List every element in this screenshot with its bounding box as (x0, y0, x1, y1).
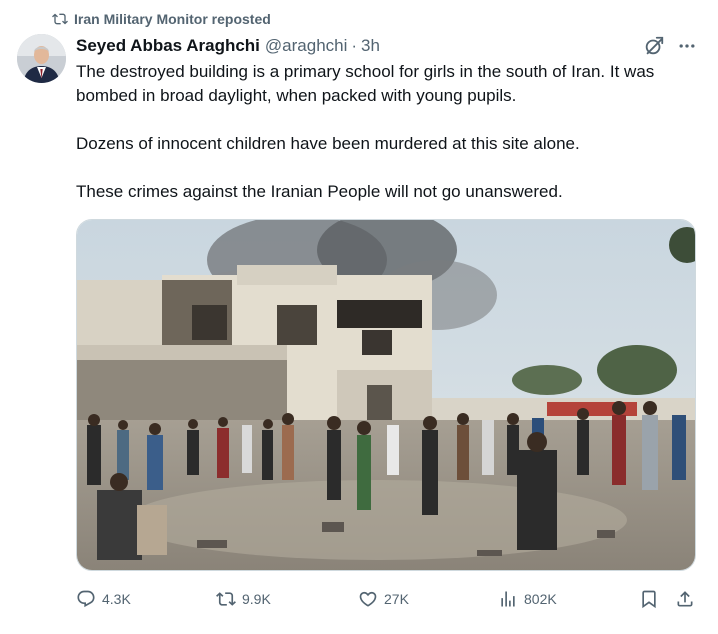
grok-icon (643, 35, 665, 57)
repost-button[interactable]: 9.9K (216, 586, 271, 612)
tweet-paragraph: Dozens of innocent children have been mu… (76, 134, 580, 153)
like-button[interactable]: 27K (358, 586, 409, 612)
more-button[interactable] (675, 34, 699, 58)
repost-icon (52, 11, 68, 27)
timestamp[interactable]: 3h (361, 36, 380, 56)
tweet-paragraph: The destroyed building is a primary scho… (76, 62, 655, 105)
share-icon (675, 589, 695, 609)
reply-icon (76, 589, 96, 609)
share-button[interactable] (675, 586, 695, 612)
views-icon (498, 589, 518, 609)
tweet-header: Seyed Abbas Araghchi @araghchi · 3h (76, 35, 380, 57)
repost-label: Iran Military Monitor reposted (74, 11, 271, 27)
photo-illustration (77, 220, 695, 570)
bookmark-button[interactable] (639, 586, 659, 612)
separator-dot: · (351, 36, 358, 55)
repost-count: 9.9K (242, 591, 271, 607)
grok-button[interactable] (642, 34, 666, 58)
tweet-paragraph: These crimes against the Iranian People … (76, 182, 563, 201)
views-count: 802K (524, 591, 557, 607)
like-count: 27K (384, 591, 409, 607)
reply-count: 4.3K (102, 591, 131, 607)
action-bar: 4.3K 9.9K 27K 802K (76, 586, 696, 612)
repost-icon (216, 589, 236, 609)
author-name[interactable]: Seyed Abbas Araghchi (76, 36, 260, 56)
tweet-text: The destroyed building is a primary scho… (76, 60, 696, 204)
bookmark-icon (639, 589, 659, 609)
more-icon (677, 36, 697, 56)
avatar[interactable] (17, 34, 66, 83)
views-button[interactable]: 802K (498, 586, 557, 612)
author-handle[interactable]: @araghchi (265, 36, 347, 56)
repost-indicator[interactable]: Iran Military Monitor reposted (52, 9, 271, 29)
heart-icon (358, 589, 378, 609)
reply-button[interactable]: 4.3K (76, 586, 131, 612)
tweet-photo[interactable] (76, 219, 696, 571)
